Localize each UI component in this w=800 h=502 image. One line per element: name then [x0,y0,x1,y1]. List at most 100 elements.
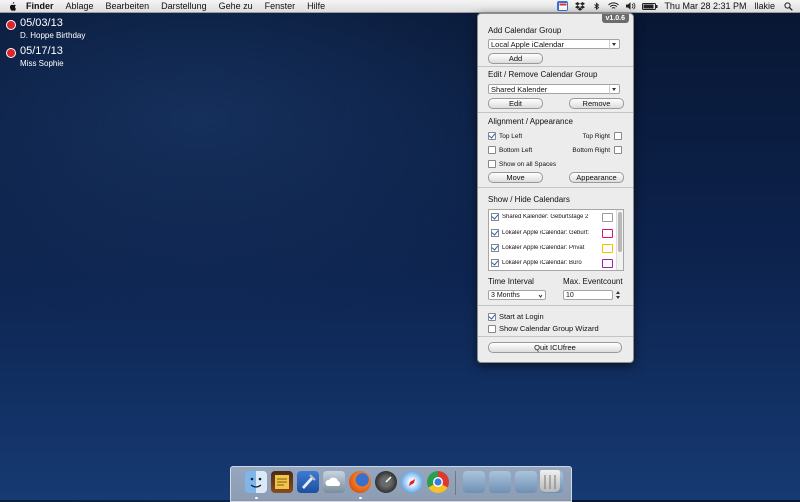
divider [478,336,633,337]
dock-divider [455,471,456,495]
menu-hilfe[interactable]: Hilfe [307,1,325,11]
calendar-list-item[interactable]: Lokaler Apple iCalendar: Geburt: [491,228,613,238]
apple-menu-icon[interactable] [8,1,17,11]
add-button[interactable]: Add [488,53,543,64]
volume-icon[interactable] [625,1,636,11]
desktop-event[interactable]: 05/03/13 D. Hoppe Birthday [4,17,85,41]
time-interval-value: 3 Months [491,292,520,299]
bottom-left-label: Bottom Left [499,146,533,154]
edit-group-heading: Edit / Remove Calendar Group [488,70,598,79]
menu-ablage[interactable]: Ablage [66,1,94,11]
documents-folder-icon[interactable] [489,471,511,493]
max-eventcount-field[interactable]: 10 [563,290,613,300]
bottom-right-checkbox[interactable]: Bottom Right [572,146,622,154]
finder-icon[interactable] [245,471,267,493]
dock [230,466,572,502]
show-wizard-checkbox[interactable]: Show Calendar Group Wizard [488,324,599,333]
running-indicator [359,497,362,499]
firefox-icon[interactable] [349,471,371,493]
menu-bearbeiten[interactable]: Bearbeiten [106,1,150,11]
menu-clock[interactable]: Thu Mar 28 2:31 PM [664,1,746,11]
checkbox-unchecked-icon [614,132,622,140]
menu-fenster[interactable]: Fenster [265,1,296,11]
event-date: 05/03/13 [20,17,63,29]
calendar-label: Shared Kalender: Geburtstage 2 [502,214,589,220]
scrollbar-thumb[interactable] [618,212,622,252]
icucal-icon[interactable] [557,1,569,11]
applications-folder-icon[interactable] [463,471,485,493]
menu-app-name[interactable]: Finder [26,1,54,11]
event-title: D. Hoppe Birthday [20,31,86,40]
bottom-right-label: Bottom Right [572,146,610,154]
calendar-list-item[interactable]: Shared Kalender: Geburtstage 2 [491,212,613,222]
quit-button[interactable]: Quit ICUfree [488,342,622,353]
trash-icon[interactable] [540,470,560,492]
menu-user[interactable]: llakie [754,1,775,11]
calendar-color-icon [602,258,613,268]
calendar-list-item[interactable]: Lokaler Apple iCalendar: Privat [491,243,613,253]
max-eventcount-label: Max. Eventcount [563,277,623,286]
edit-group-select-value: Shared Kalender [491,85,548,94]
notes-app-icon[interactable] [271,471,293,493]
bluetooth-icon[interactable] [591,1,602,11]
calendar-color-icon [602,243,613,253]
running-indicator [255,497,258,499]
dropbox-icon[interactable] [574,1,585,11]
eventcount-stepper[interactable] [615,290,621,300]
xcode-icon[interactable] [297,471,319,493]
start-at-login-checkbox[interactable]: Start at Login [488,312,544,321]
chevron-down-icon [609,40,619,50]
add-group-select[interactable]: Local Apple iCalendar [488,39,620,50]
event-date: 05/17/13 [20,45,63,57]
dashboard-icon[interactable] [375,471,397,493]
icucal-settings-panel: v1.0.6 Add Calendar Group Local Apple iC… [477,13,634,363]
divider [478,187,633,188]
show-wizard-label: Show Calendar Group Wizard [499,324,599,333]
divider [478,112,633,113]
edit-button[interactable]: Edit [488,98,543,109]
menu-bar: Finder Ablage Bearbeiten Darstellung Geh… [0,0,800,13]
checkbox-checked-icon [491,213,499,221]
remove-button[interactable]: Remove [569,98,624,109]
calendar-label: Lokaler Apple iCalendar: Büro [502,260,582,266]
spotlight-icon[interactable] [783,1,794,11]
move-button[interactable]: Move [488,172,543,183]
divider [478,305,633,306]
calendar-list-scrollbar[interactable] [616,210,623,270]
top-right-label: Top Right [582,132,610,140]
checkbox-unchecked-icon [488,146,496,154]
bottom-left-checkbox[interactable]: Bottom Left [488,146,532,154]
calendar-color-icon [602,228,613,238]
top-left-label: Top Left [499,132,523,140]
event-dot-icon [6,20,16,30]
add-group-heading: Add Calendar Group [488,26,562,35]
calendar-list[interactable]: Shared Kalender: Geburtstage 2 Lokaler A… [488,209,624,271]
edit-group-select[interactable]: Shared Kalender [488,84,620,95]
top-right-checkbox[interactable]: Top Right [583,132,622,140]
menu-darstellung[interactable]: Darstellung [161,1,207,11]
wifi-icon[interactable] [608,1,620,11]
safari-icon[interactable] [401,471,423,493]
appearance-button[interactable]: Appearance [569,172,624,183]
checkbox-checked-icon [491,244,499,252]
downloads-folder-icon[interactable] [515,471,537,493]
calendar-color-icon [602,212,613,222]
cloud-app-icon[interactable] [323,471,345,493]
desktop-event[interactable]: 05/17/13 Miss Sophie [4,45,85,69]
top-left-checkbox[interactable]: Top Left [488,132,522,140]
stepper-up-icon[interactable] [616,291,620,294]
chrome-icon[interactable] [427,471,449,493]
show-all-spaces-checkbox[interactable]: Show on all Spaces [488,160,556,168]
checkbox-unchecked-icon [488,160,496,168]
battery-icon[interactable] [642,1,658,11]
checkbox-checked-icon [491,259,499,267]
desktop-event-list: 05/03/13 D. Hoppe Birthday 05/17/13 Miss… [4,17,85,73]
stepper-down-icon[interactable] [616,296,620,299]
max-eventcount-value: 10 [566,292,574,299]
calendar-list-item[interactable]: Lokaler Apple iCalendar: Büro [491,258,613,268]
checkbox-checked-icon [488,132,496,140]
menu-gehe-zu[interactable]: Gehe zu [219,1,253,11]
checkbox-checked-icon [491,229,499,237]
time-interval-select[interactable]: 3 Months [488,290,546,300]
calendars-heading: Show / Hide Calendars [488,195,570,204]
